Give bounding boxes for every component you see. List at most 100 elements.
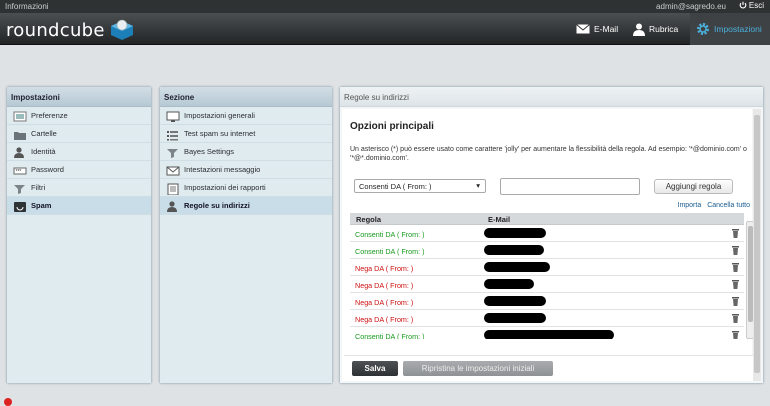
settings-item-label: Preferenze xyxy=(31,111,68,120)
gear-icon xyxy=(697,23,709,35)
table-row[interactable]: Nega DA ( From: ) xyxy=(350,310,744,327)
section-item-label: Test spam su internet xyxy=(184,129,256,138)
table-row[interactable]: Nega DA ( From: ) xyxy=(350,276,744,293)
trash-icon[interactable] xyxy=(731,279,740,289)
redacted-email xyxy=(484,330,614,339)
rule-action: Nega DA ( From: ) xyxy=(355,315,414,324)
logout-button[interactable]: Esci xyxy=(739,1,764,10)
section-item[interactable]: Impostazioni dei rapporti xyxy=(160,179,332,197)
settings-item[interactable]: Preferenze xyxy=(7,107,151,125)
table-row[interactable]: Consenti DA ( From: ) xyxy=(350,242,744,259)
redacted-email xyxy=(484,296,546,306)
trash-icon[interactable] xyxy=(731,245,740,255)
logo: roundcube xyxy=(6,18,135,42)
column-email: E-Mail xyxy=(488,215,511,224)
password-icon: *** xyxy=(13,167,27,175)
section-item[interactable]: Test spam su internet xyxy=(160,125,332,143)
rule-action: Consenti DA ( From: ) xyxy=(355,247,425,256)
rule-action: Consenti DA ( From: ) xyxy=(355,332,425,339)
settings-item-label: Identità xyxy=(31,147,56,156)
table-links: Importa Cancella tutto xyxy=(674,202,751,209)
error-icon xyxy=(4,398,12,406)
person-icon xyxy=(167,201,177,212)
redacted-email xyxy=(484,262,550,272)
report-icon xyxy=(167,183,179,195)
section-item-label: Impostazioni generali xyxy=(184,111,255,120)
table-header: Regola E-Mail xyxy=(350,213,744,225)
rules-table: Regola E-Mail Consenti DA ( From: ) Conse… xyxy=(350,213,744,339)
settings-item-label: Password xyxy=(31,165,64,174)
section-item[interactable]: Impostazioni generali xyxy=(160,107,332,125)
trash-icon[interactable] xyxy=(731,313,740,323)
section-item-label: Bayes Settings xyxy=(184,147,235,156)
redacted-email xyxy=(484,245,544,255)
section-item[interactable]: Intestazioni messaggio xyxy=(160,161,332,179)
save-button[interactable]: Salva xyxy=(352,361,398,376)
filter-icon xyxy=(14,185,25,194)
sliders-icon xyxy=(13,111,27,122)
rules-panel: Regole su indirizzi Opzioni principali U… xyxy=(339,86,764,384)
about-link[interactable]: Informazioni xyxy=(5,2,49,11)
reset-defaults-button[interactable]: Ripristina le impostazioni iniziali xyxy=(403,361,553,376)
person-icon xyxy=(14,147,24,158)
nav-mail[interactable]: E-Mail xyxy=(576,13,618,45)
settings-panel-title: Impostazioni xyxy=(7,87,151,107)
table-row[interactable]: Consenti DA ( From: ) xyxy=(350,225,744,242)
rule-type-value: Consenti DA ( From: ) xyxy=(359,182,432,191)
trash-icon[interactable] xyxy=(731,262,740,272)
rule-type-select[interactable]: Consenti DA ( From: ) ▾ xyxy=(354,179,486,193)
trash-icon[interactable] xyxy=(731,296,740,306)
settings-item[interactable]: Identità xyxy=(7,143,151,161)
section-heading: Opzioni principali xyxy=(350,121,434,132)
table-row[interactable]: Nega DA ( From: ) xyxy=(350,293,744,310)
trash-icon[interactable] xyxy=(731,330,740,339)
status-bar xyxy=(0,398,770,406)
top-bar: Informazioni admin@sagredo.eu Esci xyxy=(0,0,770,13)
logout-label: Esci xyxy=(748,1,764,10)
section-item[interactable]: Bayes Settings xyxy=(160,143,332,161)
settings-item[interactable]: *** Password xyxy=(7,161,151,179)
settings-item[interactable]: Cartelle xyxy=(7,125,151,143)
nav-contacts-label: Rubrica xyxy=(649,24,679,34)
panel-scrollbar-thumb[interactable] xyxy=(754,115,760,373)
form-footer: Salva Ripristina le impostazioni inizial… xyxy=(344,355,754,381)
nav-settings-label: Impostazioni xyxy=(714,24,762,34)
nav-contacts[interactable]: Rubrica xyxy=(633,13,678,45)
add-rule-button[interactable]: Aggiungi regola xyxy=(654,179,733,194)
rules-form: Opzioni principali Un asterisco (*) può … xyxy=(342,109,754,381)
section-panel-title: Sezione xyxy=(160,87,332,107)
rule-action: Nega DA ( From: ) xyxy=(355,264,414,273)
rule-description: Un asterisco (*) può essere usato come c… xyxy=(350,146,747,162)
settings-item[interactable]: Filtri xyxy=(7,179,151,197)
filter-icon xyxy=(167,149,178,158)
email-input[interactable] xyxy=(500,178,640,195)
person-icon xyxy=(633,23,645,36)
table-row[interactable]: Consenti DA ( From: ) xyxy=(350,327,744,339)
panel-scrollbar[interactable] xyxy=(753,109,761,381)
section-item[interactable]: Regole su indirizzi xyxy=(160,197,332,215)
import-link[interactable]: Importa xyxy=(678,202,702,209)
settings-list: Preferenze Cartelle Identità *** Password Fil… xyxy=(7,107,151,383)
trash-icon[interactable] xyxy=(731,228,740,238)
nav-settings[interactable]: Impostazioni xyxy=(690,13,770,45)
section-item-label: Impostazioni dei rapporti xyxy=(184,183,266,192)
power-icon xyxy=(739,1,746,9)
column-rule: Regola xyxy=(356,215,382,224)
section-item-label: Regole su indirizzi xyxy=(184,201,250,210)
settings-item[interactable]: Spam xyxy=(7,197,151,215)
rules-panel-title: Regole su indirizzi xyxy=(340,87,763,107)
redacted-email xyxy=(484,313,546,323)
rule-action: Nega DA ( From: ) xyxy=(355,281,414,290)
chevron-down-icon: ▾ xyxy=(476,181,480,190)
spam-icon xyxy=(14,202,26,212)
rule-action: Nega DA ( From: ) xyxy=(355,298,414,307)
rules-content: Opzioni principali Un asterisco (*) può … xyxy=(340,107,763,383)
table-body: Consenti DA ( From: ) Consenti DA ( From:… xyxy=(350,225,744,339)
clear-all-link[interactable]: Cancella tutto xyxy=(707,202,750,209)
settings-item-label: Spam xyxy=(31,201,52,210)
nav-mail-label: E-Mail xyxy=(594,24,619,34)
logo-text: roundcube xyxy=(6,19,105,41)
table-row[interactable]: Nega DA ( From: ) xyxy=(350,259,744,276)
redacted-email xyxy=(484,228,546,238)
settings-item-label: Cartelle xyxy=(31,129,57,138)
